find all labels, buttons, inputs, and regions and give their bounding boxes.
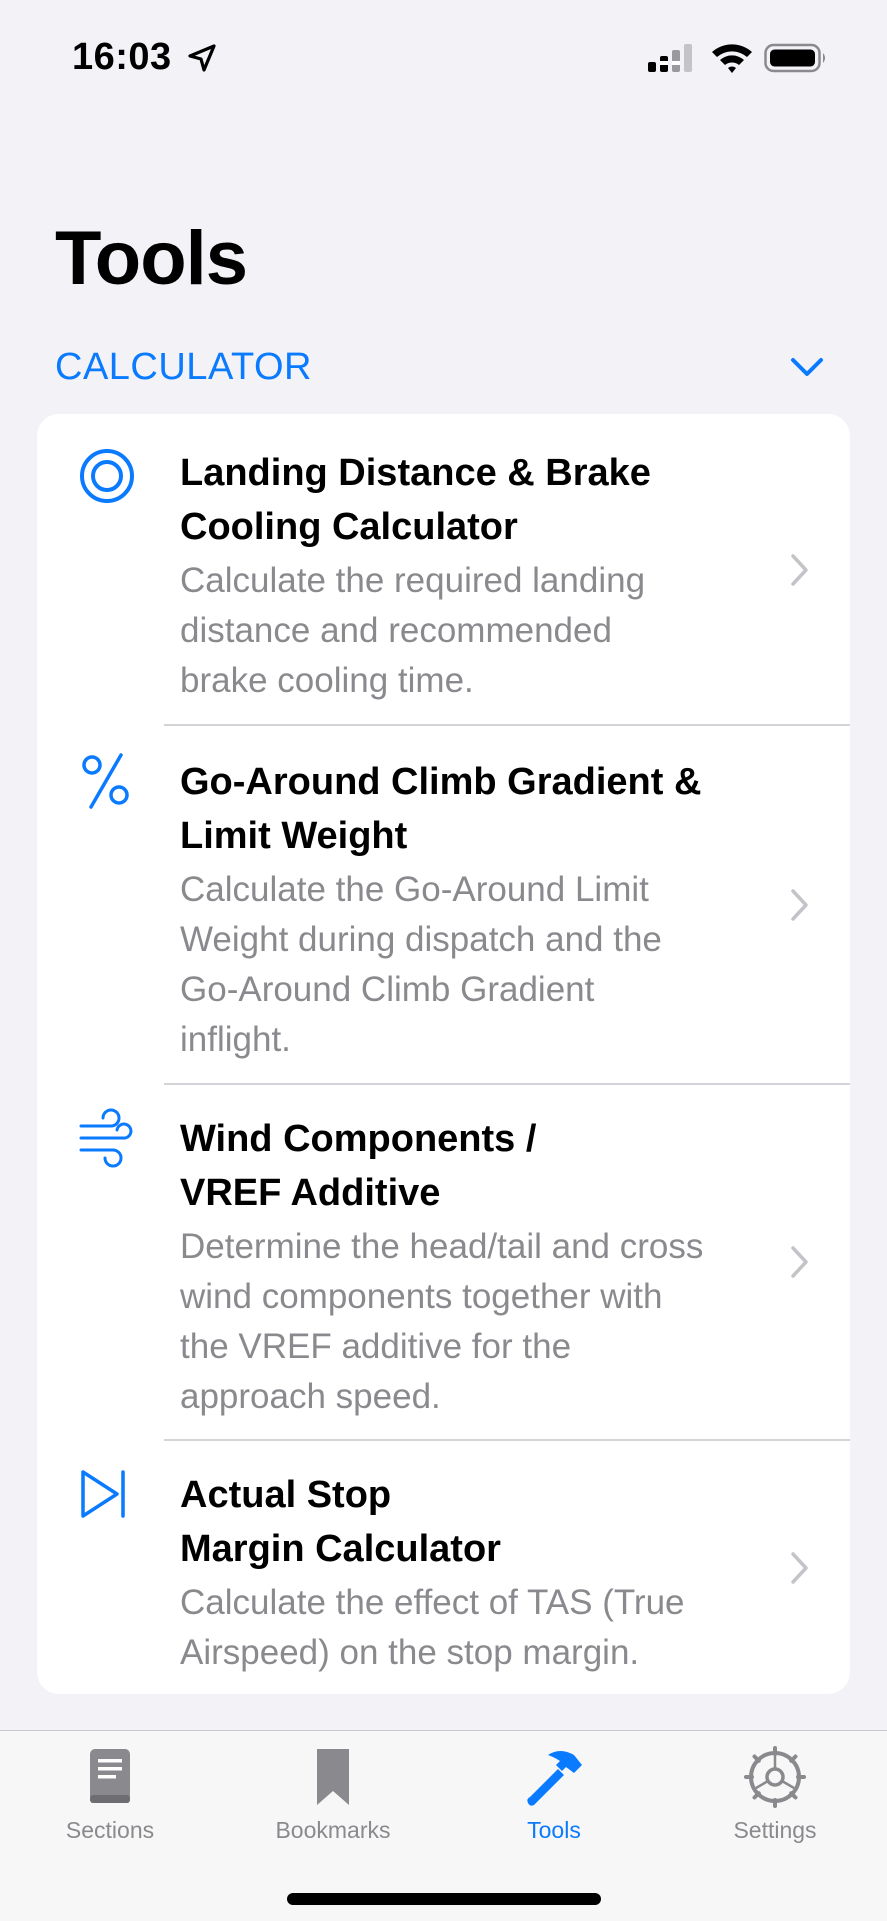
row-description: Calculate the required landing distance … <box>180 561 646 700</box>
home-indicator[interactable] <box>287 1893 601 1905</box>
tab-label: Tools <box>527 1817 581 1843</box>
status-time: 16:03 <box>72 36 172 78</box>
tab-label: Sections <box>65 1817 155 1843</box>
chevron-down-icon[interactable] <box>789 354 825 382</box>
location-arrow-icon <box>188 44 216 72</box>
wind-icon <box>79 1108 133 1168</box>
row-text: Wind Components / VREF Additive Determin… <box>180 1112 780 1422</box>
chevron-right-icon <box>791 1246 808 1278</box>
hammer-icon <box>527 1751 582 1806</box>
row-description: Determine the head/tail and cross wind c… <box>180 1227 704 1416</box>
list-item-go-around[interactable]: Go-Around Climb Gradient & Limit Weight … <box>37 725 850 1083</box>
row-title: Actual Stop Margin Calculator <box>180 1474 501 1570</box>
tab-sections[interactable]: Sections <box>20 1745 200 1855</box>
play-end-icon <box>81 1470 125 1518</box>
book-icon <box>90 1749 130 1803</box>
percent-icon <box>82 753 129 809</box>
row-title: Wind Components / VREF Additive <box>180 1118 537 1214</box>
battery-icon <box>764 43 825 73</box>
page-title: Tools <box>55 216 248 301</box>
list-item-wind-components[interactable]: Wind Components / VREF Additive Determin… <box>37 1084 850 1439</box>
row-text: Actual Stop Margin Calculator Calculate … <box>180 1468 780 1678</box>
tab-tools[interactable]: Tools <box>464 1745 644 1855</box>
chevron-right-icon <box>791 1552 808 1584</box>
chevron-right-icon <box>791 554 808 586</box>
row-description: Calculate the effect of TAS (True Airspe… <box>180 1583 685 1672</box>
section-header-calculator[interactable]: CALCULATOR <box>55 340 825 400</box>
list-item-stop-margin[interactable]: Actual Stop Margin Calculator Calculate … <box>37 1440 850 1694</box>
status-bar: 16:03 <box>0 0 887 118</box>
tab-bookmarks[interactable]: Bookmarks <box>243 1745 423 1855</box>
tab-settings[interactable]: Settings <box>685 1745 865 1855</box>
calculator-list: Landing Distance & Brake Cooling Calcula… <box>37 414 850 1694</box>
gear-icon <box>744 1746 806 1808</box>
list-item-landing-distance[interactable]: Landing Distance & Brake Cooling Calcula… <box>37 414 850 724</box>
section-title: CALCULATOR <box>55 346 312 388</box>
row-text: Landing Distance & Brake Cooling Calcula… <box>180 446 780 706</box>
cellular-signal-icon <box>648 44 692 72</box>
row-title: Landing Distance & Brake Cooling Calcula… <box>180 452 651 548</box>
row-title: Go-Around Climb Gradient & Limit Weight <box>180 761 702 857</box>
bookmark-icon <box>317 1749 349 1805</box>
row-text: Go-Around Climb Gradient & Limit Weight … <box>180 755 780 1065</box>
target-icon <box>80 449 134 503</box>
wifi-icon <box>712 44 752 73</box>
tab-label: Bookmarks <box>275 1817 391 1843</box>
tab-label: Settings <box>733 1817 817 1843</box>
chevron-right-icon <box>791 889 808 921</box>
row-description: Calculate the Go-Around Limit Weight dur… <box>180 870 662 1059</box>
